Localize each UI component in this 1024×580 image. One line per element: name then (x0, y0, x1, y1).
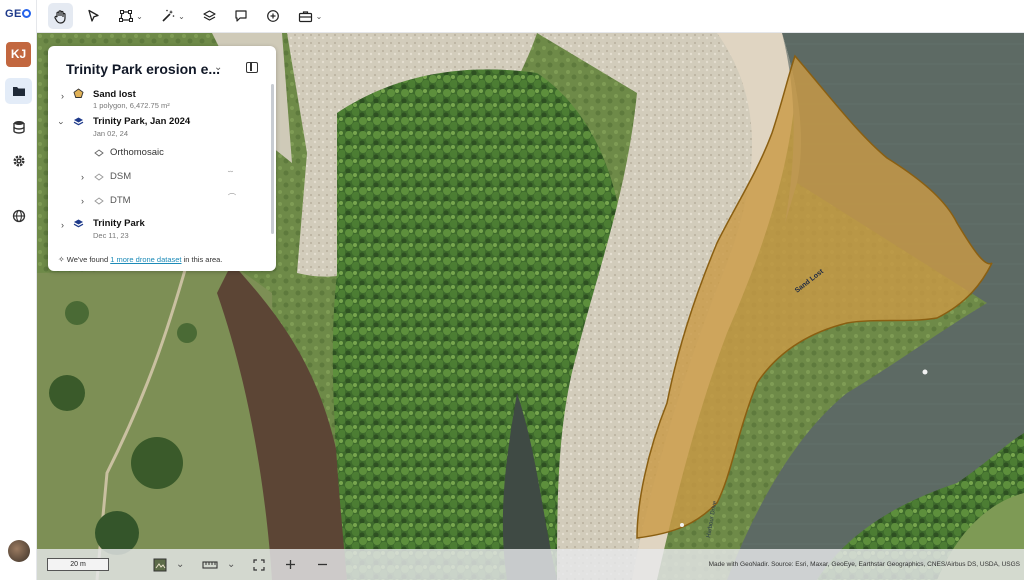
layer-detail-trinity-jan-2024: Jan 02, 24 (93, 129, 129, 138)
top-toolbar: ⌄ ⌄ ⌄ (37, 0, 1024, 33)
project-title: Trinity Park erosion e... (66, 61, 221, 77)
select-tool-button[interactable] (81, 3, 105, 29)
sublayer-dsm[interactable]: DSM (110, 171, 131, 182)
basemap-icon (153, 558, 167, 571)
globe-button[interactable] (5, 203, 32, 229)
comment-tool-button[interactable] (229, 3, 253, 29)
ruler-icon (202, 560, 218, 569)
globe-icon (12, 209, 25, 223)
layer-stack-icon (202, 10, 216, 21)
boat-marker (680, 523, 684, 527)
scale-bar: 20 m (47, 558, 109, 571)
comment-icon (235, 10, 247, 22)
polygon-draw-icon (119, 10, 134, 22)
dataset-stack-icon (73, 219, 84, 228)
toolkit-button[interactable]: ⌄ (294, 3, 326, 29)
raster-layer-icon (94, 197, 104, 205)
map-bottom-bar: 20 m ⌄ ⌄ Made with GeoNadir. Source: Esr… (37, 549, 1024, 580)
database-button[interactable] (5, 114, 32, 140)
logo-o-icon (21, 9, 31, 18)
polygon-layer-icon (73, 88, 84, 98)
boat-marker (922, 369, 928, 375)
left-rail: GE KJ (0, 0, 37, 580)
logo-text: GE (5, 8, 22, 20)
briefcase-icon (298, 10, 312, 22)
sparkle-icon: ✧ (58, 255, 65, 264)
measure-tool-button[interactable] (261, 3, 285, 29)
folder-button[interactable] (5, 78, 32, 104)
folder-icon (12, 87, 25, 96)
chevron-right-icon[interactable]: › (81, 172, 84, 182)
layer-name-trinity-jan-2024[interactable]: Trinity Park, Jan 2024 (93, 116, 190, 127)
dataset-stack-icon (73, 117, 84, 126)
raster-layer-icon (94, 149, 104, 157)
pointer-icon (87, 9, 99, 22)
layer-detail-sand-lost: 1 polygon, 6,472.75 m² (93, 101, 170, 110)
magic-wand-icon (162, 9, 175, 22)
chevron-right-icon[interactable]: › (61, 91, 64, 101)
chevron-down-icon[interactable]: › (57, 122, 67, 125)
minus-icon (318, 563, 327, 566)
sublayer-orthomosaic[interactable]: Orthomosaic (110, 147, 164, 158)
hidden-eye-icon[interactable]: ˘˘ (228, 170, 233, 179)
chevron-down-icon: ⌄ (176, 559, 185, 570)
zoom-in-button[interactable] (285, 557, 296, 572)
settings-button[interactable] (5, 148, 32, 174)
found-datasets-notice: ✧ We've found 1 more drone dataset in th… (58, 255, 222, 264)
fullscreen-button[interactable] (253, 557, 265, 572)
app-logo[interactable]: GE (5, 8, 31, 20)
chevron-right-icon[interactable]: › (81, 196, 84, 206)
database-icon (12, 121, 25, 134)
workspace-avatar[interactable]: KJ (6, 42, 31, 67)
hidden-eye-icon[interactable]: ⌒ (228, 192, 236, 203)
basemap-button[interactable]: ⌄ (153, 557, 184, 572)
chevron-down-icon: ⌄ (178, 11, 185, 21)
plus-icon (286, 560, 295, 569)
zoom-out-button[interactable] (317, 557, 328, 572)
layers-panel: Trinity Park erosion e... ⌄ › Sand lost … (48, 46, 276, 271)
pan-tool-button[interactable] (48, 3, 73, 29)
project-menu-chevron-icon[interactable]: ⌄ (214, 62, 222, 73)
chevron-down-icon: ⌄ (315, 11, 323, 21)
found-prefix: We've found (66, 255, 109, 264)
ruler-button[interactable]: ⌄ (202, 557, 235, 572)
chevron-down-icon: ⌄ (136, 11, 143, 21)
hand-icon (54, 9, 66, 24)
gear-icon (12, 155, 25, 167)
map-attribution: Made with GeoNadir. Source: Esri, Maxar,… (708, 561, 1020, 568)
raster-layer-icon (94, 173, 104, 181)
panel-collapse-icon[interactable] (246, 62, 258, 73)
polygon-tool-button[interactable]: ⌄ (113, 3, 149, 29)
more-datasets-link[interactable]: 1 more drone dataset (110, 255, 181, 264)
fullscreen-icon (253, 558, 265, 571)
layer-name-trinity-park[interactable]: Trinity Park (93, 218, 145, 229)
magic-tool-button[interactable]: ⌄ (155, 3, 191, 29)
panel-scrollbar[interactable] (271, 84, 274, 234)
sublayer-dtm[interactable]: DTM (110, 195, 131, 206)
user-avatar[interactable] (8, 540, 30, 562)
found-suffix: in this area. (183, 255, 223, 264)
chevron-down-icon: ⌄ (227, 559, 236, 570)
layer-name-sand-lost[interactable]: Sand lost (93, 89, 136, 100)
chevron-right-icon[interactable]: › (61, 220, 64, 230)
layer-detail-trinity-park: Dec 11, 23 (93, 231, 129, 240)
crosshair-icon (267, 10, 279, 22)
layer-tool-button[interactable] (197, 3, 221, 29)
